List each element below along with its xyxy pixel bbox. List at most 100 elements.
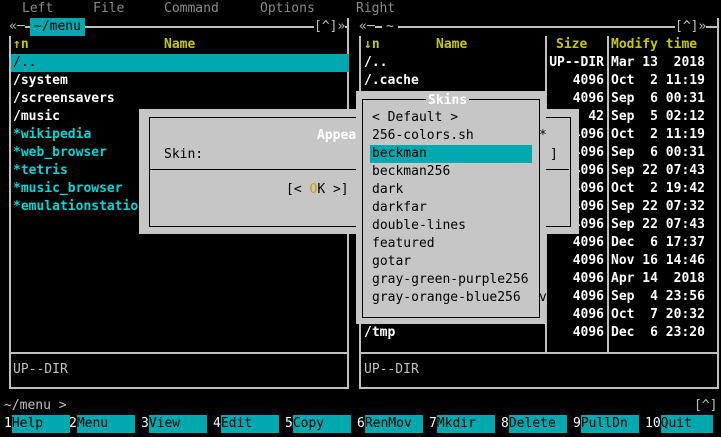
fkey-4[interactable]: 4Edit bbox=[213, 415, 279, 433]
appearance-dialog-title: Appea bbox=[315, 127, 359, 145]
fkey-1[interactable]: 1Help bbox=[4, 415, 70, 433]
right-file-time: Sep 5 02:12 bbox=[611, 109, 705, 124]
fkey-number: 2 bbox=[69, 416, 77, 431]
fkey-number: 4 bbox=[213, 416, 221, 431]
right-panel-path[interactable]: ~ bbox=[382, 18, 398, 36]
skin-item[interactable]: gotar bbox=[372, 253, 411, 271]
left-panel-corner: «─ bbox=[9, 18, 25, 36]
menu-file[interactable]: File bbox=[93, 0, 124, 18]
fkey-2[interactable]: 2Menu bbox=[69, 415, 135, 433]
fkey-number: 10 bbox=[645, 416, 661, 431]
right-file-time: Oct 2 19:42 bbox=[611, 181, 705, 196]
left-panel-history-button[interactable]: [^]» bbox=[314, 18, 346, 36]
skins-dialog: Skins < Default >256-colors.sh beckman bec… bbox=[356, 91, 547, 324]
skin-item[interactable]: double-lines bbox=[372, 217, 466, 235]
fkey-label: RenMov bbox=[364, 415, 423, 433]
fkey-number: 3 bbox=[141, 416, 149, 431]
left-file-row[interactable]: *wikipedia bbox=[13, 126, 91, 144]
right-col-size[interactable]: Size bbox=[556, 36, 587, 54]
ok-button[interactable]: [< OK >] bbox=[286, 181, 349, 199]
left-file-row[interactable]: *music_browser bbox=[13, 180, 123, 198]
right-col-time[interactable]: Modify time bbox=[611, 36, 697, 54]
fkey-label: View bbox=[148, 415, 207, 433]
left-status: UP--DIR bbox=[13, 362, 68, 377]
right-file-time: Sep 6 00:31 bbox=[611, 91, 705, 106]
skin-item[interactable]: darkfar bbox=[372, 199, 427, 217]
fkey-10[interactable]: 10Quit bbox=[645, 415, 713, 433]
menu-left[interactable]: Left bbox=[22, 0, 53, 18]
command-prompt[interactable]: ~/menu > bbox=[4, 397, 67, 415]
skin-item[interactable]: dark bbox=[372, 181, 403, 199]
fkey-7[interactable]: 7Mkdir bbox=[429, 415, 495, 433]
skin-item[interactable]: gray-green-purple256 bbox=[372, 271, 529, 289]
skin-star-marker: * bbox=[539, 128, 547, 143]
right-file-size: 4096 bbox=[572, 325, 604, 340]
left-col-name[interactable]: Name bbox=[164, 36, 195, 54]
menu-right[interactable]: Right bbox=[356, 0, 395, 18]
right-file-time: Mar 13 2018 bbox=[611, 55, 705, 70]
left-status-divider bbox=[9, 352, 349, 354]
left-file-row[interactable]: /screensavers bbox=[13, 90, 115, 108]
fkey-label: Mkdir bbox=[436, 415, 495, 433]
fkey-number: 6 bbox=[357, 416, 365, 431]
right-file-time: Sep 22 07:43 bbox=[611, 163, 705, 178]
right-file-time: Oct 2 11:19 bbox=[611, 127, 705, 142]
fkey-number: 7 bbox=[429, 416, 437, 431]
fkey-label: PullDn bbox=[580, 415, 639, 433]
right-file-name[interactable]: /.cache bbox=[364, 72, 419, 90]
left-file-row[interactable]: *tetris bbox=[13, 162, 68, 180]
right-file-size: 4096 bbox=[572, 91, 604, 106]
menu-options[interactable]: Options bbox=[260, 0, 315, 18]
skin-item[interactable]: 256-colors.sh bbox=[372, 127, 474, 145]
fkey-3[interactable]: 3View bbox=[141, 415, 207, 433]
right-status-divider bbox=[359, 352, 719, 354]
skin-item[interactable]: beckman bbox=[370, 145, 532, 163]
menu-bar: Left File Command Options Right bbox=[0, 0, 721, 18]
right-file-size: UP--DIR bbox=[549, 55, 604, 70]
right-file-size: 42 bbox=[588, 109, 604, 124]
right-file-time: Oct 2 11:19 bbox=[611, 73, 705, 88]
right-sort-indicator[interactable]: ↓n bbox=[364, 36, 380, 54]
fkey-label: Copy bbox=[292, 415, 351, 433]
skin-item[interactable]: < Default > bbox=[372, 109, 458, 127]
left-file-row[interactable]: /music bbox=[13, 108, 60, 126]
fkey-6[interactable]: 6RenMov bbox=[357, 415, 423, 433]
left-file-row[interactable]: /system bbox=[13, 72, 68, 90]
right-file-name[interactable]: /tmp bbox=[364, 324, 395, 342]
left-file-row[interactable]: /.. bbox=[11, 54, 349, 72]
right-col-divider-2 bbox=[607, 36, 609, 352]
right-col-name[interactable]: Name bbox=[436, 36, 467, 54]
fkey-label: Menu bbox=[76, 415, 135, 433]
fkey-label: Help bbox=[11, 415, 70, 433]
left-sort-indicator[interactable]: ↑n bbox=[13, 36, 29, 54]
fkey-5[interactable]: 5Copy bbox=[285, 415, 351, 433]
right-file-time: Sep 6 00:31 bbox=[611, 145, 705, 160]
right-panel-history-button[interactable]: [^]» bbox=[675, 18, 707, 36]
skin-item[interactable]: gray-orange-blue256 bbox=[372, 289, 521, 307]
skin-label: Skin: bbox=[164, 147, 204, 162]
right-panel-corner: «─ bbox=[359, 18, 375, 36]
right-file-time: Oct 7 20:32 bbox=[611, 307, 705, 322]
skins-more-indicator: v bbox=[539, 290, 547, 305]
right-file-time: Sep 22 07:32 bbox=[611, 199, 705, 214]
left-file-row[interactable]: *emulationstation bbox=[13, 198, 146, 216]
right-file-time: Dec 6 23:20 bbox=[611, 325, 705, 340]
skin-item[interactable]: beckman256 bbox=[372, 163, 450, 181]
right-file-time: Sep 22 07:43 bbox=[611, 217, 705, 232]
right-file-name[interactable]: /.. bbox=[364, 54, 387, 72]
right-file-size: 4096 bbox=[572, 73, 604, 88]
left-panel-path[interactable]: ~/menu bbox=[30, 18, 85, 36]
right-file-time: Dec 6 17:37 bbox=[611, 235, 705, 250]
fkey-9[interactable]: 9PullDn bbox=[573, 415, 639, 433]
right-file-time: Nov 16 14:46 bbox=[611, 253, 705, 268]
command-history-button[interactable]: [^] bbox=[694, 397, 717, 415]
skin-item[interactable]: featured bbox=[372, 235, 435, 253]
right-file-size: 4096 bbox=[572, 307, 604, 322]
menu-command[interactable]: Command bbox=[164, 0, 219, 18]
right-panel-top-border bbox=[359, 26, 719, 28]
fkey-8[interactable]: 8Delete bbox=[501, 415, 567, 433]
fkey-label: Delete bbox=[508, 415, 567, 433]
right-file-size: 4096 bbox=[572, 253, 604, 268]
left-file-row[interactable]: *web_browser bbox=[13, 144, 107, 162]
right-file-size: 4096 bbox=[572, 235, 604, 250]
